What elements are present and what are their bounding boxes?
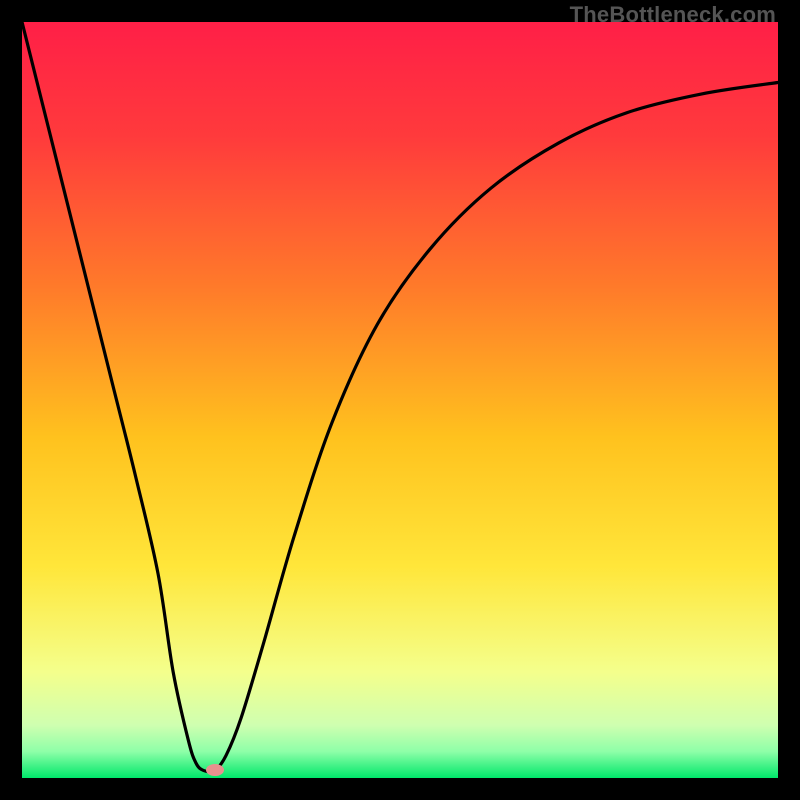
bottleneck-chart: [22, 22, 778, 778]
gradient-background: [22, 22, 778, 778]
chart-frame: [22, 22, 778, 778]
optimum-marker: [206, 764, 224, 776]
watermark-text: TheBottleneck.com: [570, 2, 776, 28]
